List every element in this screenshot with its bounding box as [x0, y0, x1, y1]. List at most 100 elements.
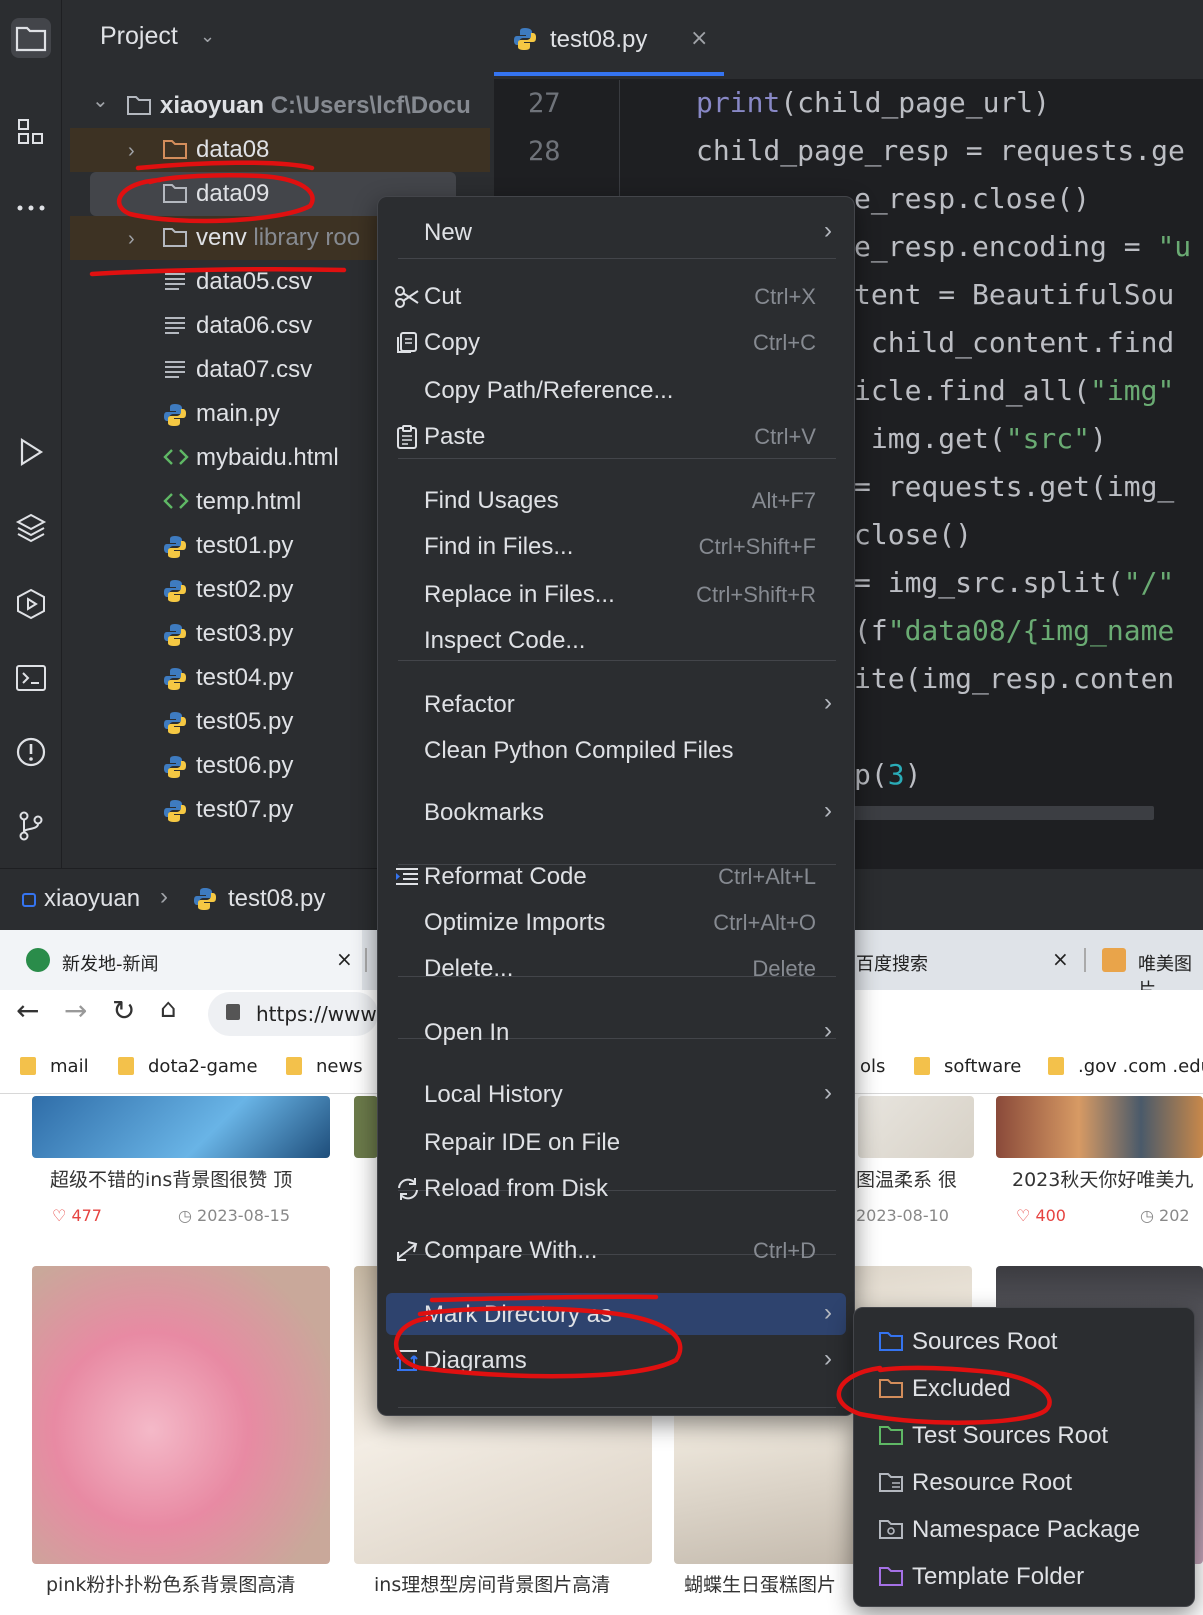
card-image[interactable]: [996, 1096, 1203, 1158]
close-tab-icon[interactable]: ×: [690, 26, 708, 51]
menu-item-label: Replace in Files...: [424, 581, 615, 608]
chevron-right-icon[interactable]: ›: [128, 140, 135, 163]
code-line[interactable]: print(child_page_url): [696, 86, 1050, 119]
back-icon[interactable]: ←: [16, 994, 39, 1027]
code-line[interactable]: child_content.find: [854, 326, 1174, 359]
menu-item-clean-python-compiled-files[interactable]: Clean Python Compiled Files: [386, 729, 846, 771]
menu-item-compare-with[interactable]: Compare With... Ctrl+D: [386, 1229, 846, 1271]
code-line[interactable]: ite(img_resp.conten: [854, 662, 1174, 695]
bookmark-gov[interactable]: .gov .com .edu: [1048, 1056, 1203, 1077]
code-line[interactable]: tent = BeautifulSou: [854, 278, 1174, 311]
git-icon[interactable]: [11, 806, 51, 846]
bookmark-news[interactable]: news: [286, 1056, 363, 1077]
card-caption[interactable]: ins理想型房间背景图片高清: [374, 1570, 652, 1597]
breadcrumb-file[interactable]: test08.py: [228, 885, 325, 913]
tab-test08[interactable]: test08.py ×: [512, 18, 722, 64]
horizontal-scrollbar[interactable]: [824, 806, 1154, 820]
browser-tab-3[interactable]: 唯美图片: [1100, 930, 1203, 1001]
menu-item-delete[interactable]: Delete... Delete: [386, 947, 846, 989]
menu-item-diagrams[interactable]: Diagrams ›: [386, 1339, 846, 1381]
menu-item-reformat-code[interactable]: Reformat Code Ctrl+Alt+L: [386, 855, 846, 897]
card-image[interactable]: [32, 1266, 330, 1564]
code-line[interactable]: e_resp.encoding = "u: [854, 230, 1191, 263]
menu-item-copy[interactable]: Copy Ctrl+C: [386, 321, 846, 363]
bookmark-mail[interactable]: mail: [20, 1056, 89, 1077]
chevron-down-icon[interactable]: ⌄: [92, 88, 109, 113]
card-likes[interactable]: ♡ 400: [1016, 1206, 1066, 1225]
card-image[interactable]: [354, 1096, 378, 1158]
address-bar[interactable]: https://www: [208, 992, 378, 1036]
submenu-item-excluded[interactable]: Excluded: [862, 1367, 1182, 1409]
menu-item-refactor[interactable]: Refactor ›: [386, 683, 846, 725]
card-caption[interactable]: 超级不错的ins背景图很赞 顶: [50, 1165, 330, 1192]
close-tab-icon[interactable]: ×: [1052, 947, 1069, 971]
menu-item-bookmarks[interactable]: Bookmarks ›: [386, 791, 846, 833]
menu-item-copy-path-reference[interactable]: Copy Path/Reference...: [386, 369, 846, 411]
menu-item-mark-directory-as[interactable]: Mark Directory as ›: [386, 1293, 846, 1335]
menu-item-cut[interactable]: Cut Ctrl+X: [386, 275, 846, 317]
menu-item-paste[interactable]: Paste Ctrl+V: [386, 415, 846, 457]
tree-item-label: data05.csv: [196, 268, 313, 295]
menu-item-find-in-files[interactable]: Find in Files... Ctrl+Shift+F: [386, 525, 846, 567]
menu-item-open-in[interactable]: Open In ›: [386, 1011, 846, 1053]
reload-icon[interactable]: ↻: [112, 994, 135, 1027]
menu-item-replace-in-files[interactable]: Replace in Files... Ctrl+Shift+R: [386, 573, 846, 615]
menu-item-new[interactable]: New ›: [386, 211, 846, 253]
tree-item-text: main.py: [196, 400, 280, 428]
close-tab-icon[interactable]: ×: [336, 947, 353, 971]
submenu-item-test-sources-root[interactable]: Test Sources Root: [862, 1414, 1182, 1456]
menu-item-find-usages[interactable]: Find Usages Alt+F7: [386, 479, 846, 521]
menu-item-inspect-code[interactable]: Inspect Code...: [386, 619, 846, 661]
submenu-item-sources-root[interactable]: Sources Root: [862, 1320, 1182, 1362]
bookmark-dota2[interactable]: dota2-game: [118, 1056, 258, 1077]
code-line[interactable]: (f"data08/{img_name: [854, 614, 1174, 647]
compare-icon: [394, 1238, 420, 1264]
layers-icon[interactable]: [11, 508, 51, 548]
more-icon[interactable]: [11, 188, 51, 228]
menu-item-label: Diagrams: [424, 1347, 527, 1374]
project-folder-icon[interactable]: [11, 18, 51, 58]
terminal-icon[interactable]: [11, 658, 51, 698]
menu-item-optimize-imports[interactable]: Optimize Imports Ctrl+Alt+O: [386, 901, 846, 943]
code-line[interactable]: = requests.get(img_: [854, 470, 1174, 503]
menu-item-label: Copy Path/Reference...: [424, 377, 674, 404]
menu-item-repair-ide-on-file[interactable]: Repair IDE on File: [386, 1121, 846, 1163]
services-icon[interactable]: [11, 584, 51, 624]
card-likes[interactable]: ♡ 477: [52, 1206, 102, 1225]
submenu-item-namespace-package[interactable]: Namespace Package: [862, 1508, 1182, 1550]
card-caption[interactable]: 2023秋天你好唯美九: [1012, 1165, 1203, 1192]
chevron-right-icon[interactable]: ›: [128, 228, 135, 251]
code-line[interactable]: img.get("src"): [854, 422, 1107, 455]
card-image[interactable]: [32, 1096, 330, 1158]
bookmark-software[interactable]: software: [914, 1056, 1021, 1077]
submenu-item-resource-root[interactable]: Resource Root: [862, 1461, 1182, 1503]
card-caption[interactable]: pink粉扑扑粉色系背景图高清: [46, 1570, 330, 1597]
project-panel-title[interactable]: Project: [100, 22, 178, 51]
card-caption[interactable]: 蝴蝶生日蛋糕图片: [684, 1570, 854, 1597]
bookmark-tools[interactable]: ols: [860, 1056, 885, 1077]
code-line[interactable]: icle.find_all("img": [854, 374, 1174, 407]
problems-icon[interactable]: [11, 732, 51, 772]
browser-tab-2[interactable]: 百度搜索 ×: [856, 930, 1086, 990]
menu-item-reload-from-disk[interactable]: Reload from Disk: [386, 1167, 846, 1209]
breadcrumb-project[interactable]: xiaoyuan: [44, 885, 140, 913]
code-line[interactable]: child_page_resp = requests.ge: [696, 134, 1185, 167]
code-line[interactable]: p(3): [854, 758, 921, 791]
submenu-item-template-folder[interactable]: Template Folder: [862, 1555, 1182, 1597]
paste-icon: [394, 424, 420, 450]
browser-tab-1[interactable]: 新发地-新闻 ×: [0, 930, 362, 990]
tree-item-data08[interactable]: › data08: [70, 128, 490, 172]
forward-icon[interactable]: →: [64, 994, 87, 1027]
code-line[interactable]: = img_src.split("/": [854, 566, 1174, 599]
tree-item-xiaoyuan[interactable]: ⌄ xiaoyuan C:\Users\lcf\Docu: [70, 86, 490, 128]
run-icon[interactable]: [11, 432, 51, 472]
home-icon[interactable]: ⌂: [160, 994, 177, 1024]
card-caption[interactable]: 图温柔系 很: [856, 1165, 976, 1192]
structure-icon[interactable]: [11, 112, 51, 152]
code-line[interactable]: e_resp.close(): [854, 182, 1090, 215]
menu-item-local-history[interactable]: Local History ›: [386, 1073, 846, 1115]
card-image[interactable]: [858, 1096, 974, 1158]
code-line[interactable]: close(): [854, 518, 972, 551]
namespace-package-icon: [878, 1518, 904, 1540]
chevron-down-icon[interactable]: ⌄: [200, 26, 215, 47]
